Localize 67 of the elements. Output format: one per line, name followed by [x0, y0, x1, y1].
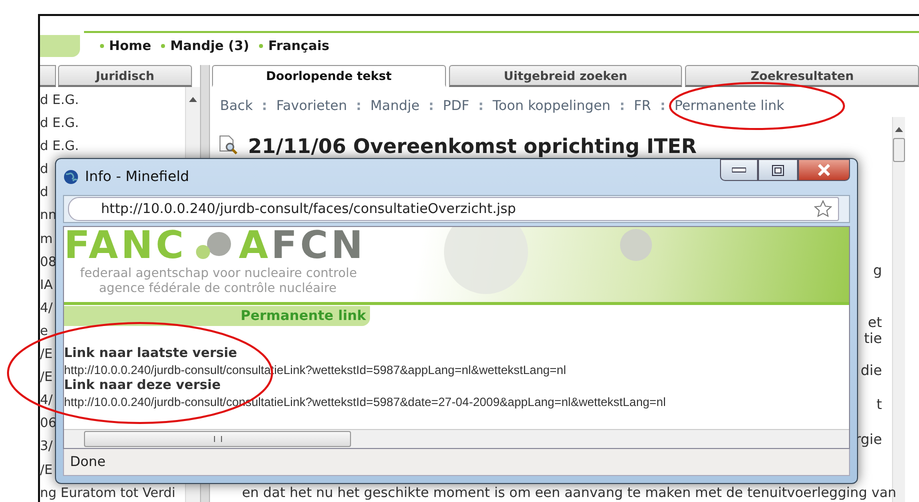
- logo-tagline: federaal agentschap voor nucleaire controle: [79, 265, 358, 280]
- list-item[interactable]: d E.G.: [40, 139, 79, 156]
- toolbar-link[interactable]: Favorieten: [276, 98, 347, 114]
- minimize-icon: [732, 167, 746, 173]
- separator: :: [428, 98, 434, 114]
- nav-link[interactable]: Home: [109, 38, 152, 54]
- tab[interactable]: Juridisch: [58, 65, 192, 87]
- nav-link[interactable]: Mandje (3): [170, 38, 250, 54]
- list-item[interactable]: d: [40, 162, 48, 178]
- list-item[interactable]: d E.G.: [40, 116, 79, 132]
- list-item[interactable]: d E.G.: [40, 93, 79, 109]
- toolbar-link[interactable]: Toon koppelingen: [492, 98, 610, 114]
- window-title: Info - Minefield: [85, 169, 190, 185]
- close-icon: [817, 164, 831, 176]
- close-button[interactable]: [798, 159, 850, 181]
- list-item[interactable]: d: [40, 185, 48, 202]
- tab-edge: [40, 65, 56, 87]
- text-fragment: die: [860, 363, 882, 379]
- text-fragment: tie: [864, 331, 882, 347]
- bullet-icon: [161, 44, 166, 48]
- tab[interactable]: Zoekresultaten: [685, 65, 919, 87]
- list-item[interactable]: m: [40, 232, 53, 248]
- status-text: Done: [63, 449, 850, 476]
- text-fragment: et: [868, 315, 882, 331]
- separator: :: [262, 98, 268, 114]
- list-item[interactable]: IA: [40, 278, 53, 294]
- link-heading: Link naar laatste versie: [64, 346, 238, 362]
- list-item[interactable]: /E: [40, 347, 53, 364]
- bullet-icon: [259, 44, 264, 48]
- maximize-button[interactable]: [758, 159, 798, 181]
- list-item[interactable]: 4/: [40, 300, 53, 317]
- tab[interactable]: Uitgebreid zoeken: [448, 65, 682, 87]
- link-heading: Link naar deze versie: [64, 378, 222, 394]
- nav-link[interactable]: Français: [268, 38, 330, 54]
- minimize-button[interactable]: [720, 159, 758, 181]
- list-item[interactable]: 08: [40, 254, 57, 271]
- list-item[interactable]: 3/: [40, 439, 53, 456]
- toolbar-link[interactable]: Back: [220, 98, 253, 114]
- list-item[interactable]: /E: [40, 370, 53, 386]
- globe-icon: [63, 169, 79, 185]
- toolbar-link[interactable]: FR: [634, 98, 652, 114]
- separator: :: [478, 98, 484, 114]
- separator: :: [356, 98, 362, 114]
- logo-tagline: agence fédérale de contrôle nucléaire: [98, 280, 338, 295]
- separator: :: [620, 98, 625, 114]
- tab[interactable]: Doorlopende tekst: [212, 65, 446, 87]
- list-item[interactable]: 06: [40, 416, 57, 432]
- separator: :: [660, 98, 666, 114]
- list-item[interactable]: /E: [40, 462, 53, 478]
- text-fragment: t: [876, 397, 882, 413]
- toolbar-link[interactable]: Permanente link: [674, 98, 784, 114]
- logo-text: AFCN: [238, 227, 366, 263]
- list-item[interactable]: 4/: [40, 393, 53, 410]
- text-fragment: g: [873, 263, 882, 279]
- logo-text: FANC: [64, 227, 187, 263]
- header-bar: [40, 35, 80, 57]
- document-title: 21/11/06 Overeenkomst oprichting ITER: [248, 135, 697, 157]
- toolbar-link[interactable]: Mandje: [370, 98, 420, 114]
- list-item[interactable]: e: [40, 324, 48, 340]
- star-icon[interactable]: [814, 200, 832, 218]
- list-item[interactable]: ng Euratom tot Verdi: [40, 486, 176, 502]
- address-field[interactable]: http://10.0.0.240/jurdb-consult/faces/consultatieOverzicht.jsp: [68, 197, 839, 221]
- scrollbar[interactable]: [64, 429, 849, 448]
- document-search-icon: [218, 135, 238, 155]
- toolbar-link[interactable]: PDF: [442, 98, 470, 114]
- bullet-icon: [100, 44, 104, 48]
- maximize-icon: [772, 164, 784, 176]
